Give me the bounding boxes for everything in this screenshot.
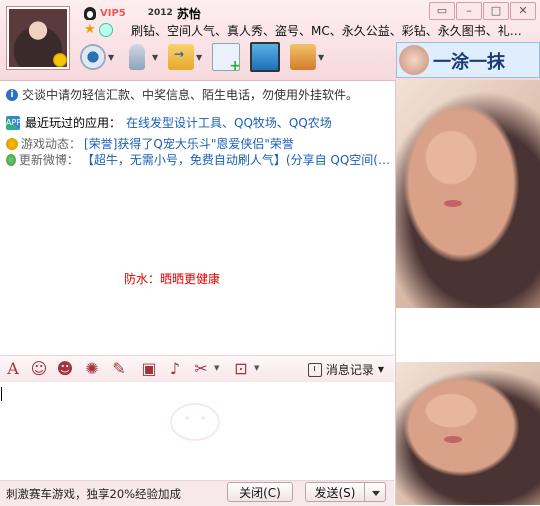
footer-bar: 刺激赛车游戏，独享20%经验加成 关闭(C) 发送(S) — [0, 480, 394, 506]
info-icon: i — [6, 88, 18, 101]
game-icon — [6, 137, 18, 150]
promo-link[interactable]: 刺激赛车游戏，独享20%经验加成 — [6, 486, 181, 502]
chevron-down-icon[interactable]: ▼ — [196, 53, 202, 62]
skin-icon[interactable]: ▭ — [429, 2, 455, 20]
chevron-down-icon[interactable]: ▼ — [318, 53, 324, 62]
contact-photo[interactable] — [396, 80, 540, 308]
call-toolbar: ▼ ▼ ▼ ▼ — [80, 42, 324, 74]
chevron-down-icon[interactable]: ▼ — [214, 364, 219, 372]
chat-message: 防水：晒晒更健康 — [124, 272, 221, 286]
chevron-down-icon: ▼ — [377, 365, 384, 374]
contact-nickname: 苏怡 — [176, 6, 201, 21]
my-photo[interactable] — [396, 362, 540, 505]
contact-show-panel — [395, 80, 540, 505]
contact-signature: 刷钻、空间人气、真人秀、盗号、MC、永久公益、彩钻、永久图书、礼… — [131, 24, 522, 38]
weibo-label: 更新微博： — [18, 153, 79, 167]
send-options-button[interactable] — [364, 482, 386, 502]
mood-icon — [53, 53, 67, 67]
text-caret — [1, 387, 2, 401]
online-status-icon[interactable] — [99, 23, 113, 37]
contact-avatar[interactable] — [6, 6, 70, 70]
font-icon[interactable]: A — [4, 360, 22, 378]
message-input[interactable] — [0, 382, 394, 480]
shake-icon[interactable]: ✺ — [83, 360, 101, 378]
weibo-feed: 更新微博： 【超牛，无需小号，免费自动刷人气】(分享自 QQ空间(… — [6, 151, 390, 168]
music-icon[interactable]: ♪ — [166, 360, 184, 378]
safety-notice-text: 交谈中请勿轻信汇款、中奖信息、陌生电话，勿使用外挂软件。 — [22, 88, 359, 102]
close-icon[interactable]: ✕ — [510, 2, 536, 20]
weibo-icon — [6, 153, 16, 166]
qq-penguin-icon — [84, 6, 96, 20]
safety-notice: i 交谈中请勿轻信汇款、中奖信息、陌生电话，勿使用外挂软件。 — [6, 86, 358, 103]
vip-area: VIP5 2012 苏怡 — [84, 6, 201, 21]
game-link[interactable]: [荣誉]获得了Q宠大乐斗"恩爱侠侣"荣誉 — [84, 135, 294, 152]
year-badge: 2012 — [147, 8, 173, 18]
brand-banner[interactable]: 一涂一抹 — [396, 42, 540, 78]
apps-icon: APP — [6, 115, 21, 130]
game-feed: 游戏动态： [荣誉]获得了Q宠大乐斗"恩爱侠侣"荣誉 — [6, 135, 294, 152]
send-button[interactable]: 发送(S) — [305, 482, 365, 502]
history-label: 消息记录 — [325, 363, 374, 377]
star-icon[interactable]: ★ — [84, 23, 97, 36]
message-area: i 交谈中请勿轻信汇款、中奖信息、陌生电话，勿使用外挂软件。 APP 最近玩过的… — [0, 81, 394, 355]
message-history-button[interactable]: 消息记录 ▼ — [307, 361, 384, 378]
brand-text: 一涂一抹 — [433, 52, 505, 73]
qq-chat-window: VIP5 2012 苏怡 ★ 刷钻、空间人气、真人秀、盗号、MC、永久公益、彩钻… — [0, 0, 540, 506]
create-group-icon[interactable] — [212, 43, 241, 74]
chevron-down-icon[interactable]: ▼ — [108, 53, 114, 62]
video-call-icon[interactable] — [80, 44, 106, 70]
toolbox-icon[interactable]: ⊡ — [232, 360, 250, 378]
edit-toolbar: A ☺ ☻ ✺ ✎ ▣ ♪ ✂ ▼ ⊡ ▼ 消息记录 ▼ — [0, 355, 394, 383]
app-icon[interactable] — [290, 44, 316, 70]
chevron-down-icon[interactable]: ▼ — [152, 53, 158, 62]
photo-detail — [444, 200, 462, 207]
history-icon — [307, 362, 322, 377]
watermark-icon — [170, 403, 220, 441]
voice-call-icon[interactable] — [129, 44, 145, 70]
game-label: 游戏动态： — [21, 137, 82, 151]
emoji-icon[interactable]: ☺ — [30, 360, 48, 378]
send-file-icon[interactable] — [168, 44, 194, 70]
vip-badge[interactable]: VIP5 — [100, 8, 126, 19]
image-icon[interactable]: ▣ — [140, 360, 158, 378]
recent-apps-label: 最近玩过的应用： — [25, 116, 122, 130]
photo-detail — [444, 436, 462, 443]
screenshot-icon[interactable]: ✂ — [192, 360, 210, 378]
magic-emoji-icon[interactable]: ☻ — [56, 360, 74, 378]
chevron-down-icon[interactable]: ▼ — [254, 364, 259, 372]
brand-face-image — [399, 45, 429, 75]
maximize-icon[interactable]: □ — [483, 2, 509, 20]
remote-assist-icon[interactable] — [250, 42, 280, 72]
minimize-icon[interactable]: – — [456, 2, 482, 20]
doodle-icon[interactable]: ✎ — [110, 360, 128, 378]
close-button[interactable]: 关闭(C) — [227, 482, 293, 502]
window-controls: ▭ – □ ✕ — [429, 2, 536, 20]
weibo-link[interactable]: 【超牛，无需小号，免费自动刷人气】(分享自 QQ空间(… — [82, 151, 390, 168]
recent-apps: APP 最近玩过的应用： 在线发型设计工具、QQ牧场、QQ农场 — [6, 114, 332, 131]
recent-apps-link[interactable]: 在线发型设计工具、QQ牧场、QQ农场 — [126, 114, 332, 131]
chat-header: VIP5 2012 苏怡 ★ 刷钻、空间人气、真人秀、盗号、MC、永久公益、彩钻… — [0, 0, 540, 81]
status-icons: ★ — [84, 23, 113, 37]
